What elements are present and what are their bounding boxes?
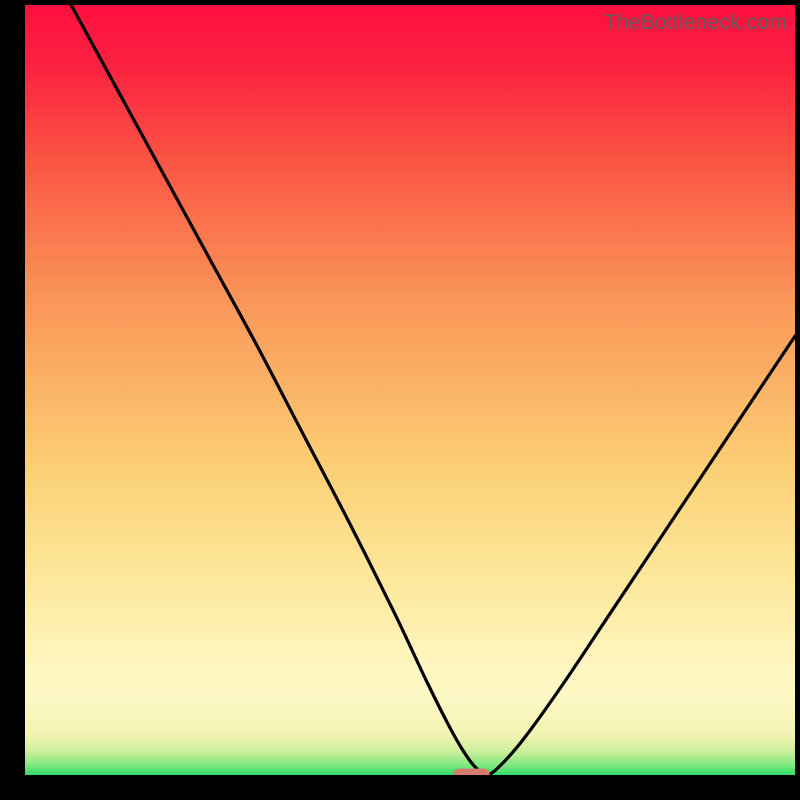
bottleneck-curve <box>71 5 795 775</box>
chart-frame: TheBottleneck.com <box>0 0 800 800</box>
curve-layer <box>25 5 795 775</box>
plot-area: TheBottleneck.com <box>25 5 795 775</box>
optimum-marker <box>454 769 490 775</box>
watermark-text: TheBottleneck.com <box>604 11 787 35</box>
